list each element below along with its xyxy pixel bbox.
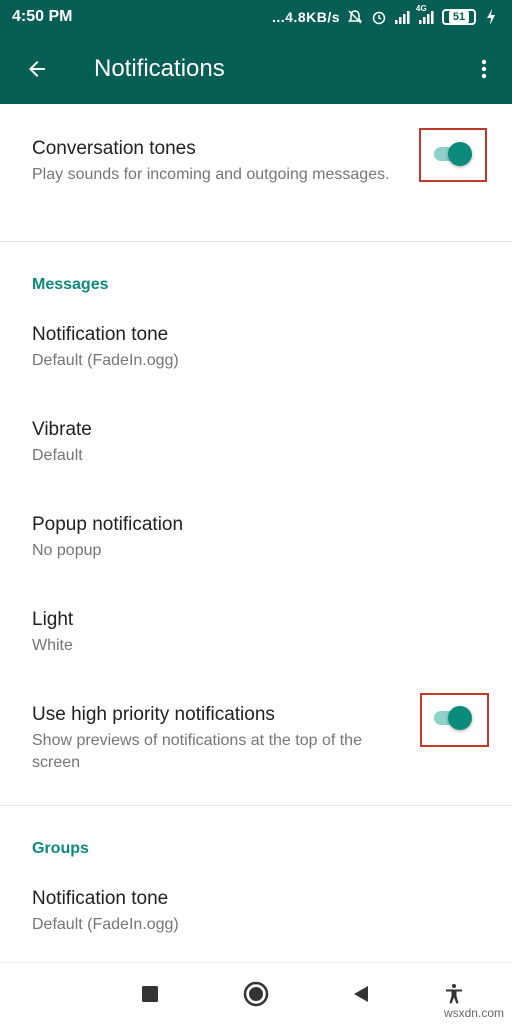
conversation-tones-subtitle: Play sounds for incoming and outgoing me… bbox=[32, 166, 390, 183]
home-circle-icon bbox=[243, 981, 269, 1007]
row-title: Light bbox=[32, 609, 74, 630]
status-bar: 4:50 PM ...4.8KB/s 4G 51 bbox=[0, 0, 512, 34]
net-speed: ...4.8KB/s bbox=[271, 9, 340, 25]
signal-icon bbox=[394, 8, 412, 26]
back-nav-button[interactable] bbox=[348, 981, 374, 1007]
alarm-icon bbox=[370, 8, 388, 26]
row-title: Notification tone bbox=[32, 888, 169, 909]
row-value: White bbox=[32, 637, 73, 654]
recents-button[interactable] bbox=[137, 981, 163, 1007]
high-priority-subtitle: Show previews of notifications at the to… bbox=[32, 732, 362, 771]
app-bar: Notifications bbox=[0, 34, 512, 104]
divider bbox=[0, 241, 512, 242]
back-triangle-icon bbox=[354, 986, 368, 1002]
row-value: Default bbox=[32, 447, 83, 464]
high-priority-switch[interactable] bbox=[432, 704, 474, 730]
charging-icon bbox=[482, 8, 500, 26]
row-value: Default (FadeIn.ogg) bbox=[32, 916, 179, 933]
row-value: Default (FadeIn.ogg) bbox=[32, 352, 179, 369]
settings-list: Conversation tones Play sounds for incom… bbox=[0, 104, 512, 962]
switch-thumb bbox=[448, 142, 472, 166]
messages-notification-tone-row[interactable]: Notification tone Default (FadeIn.ogg) bbox=[0, 324, 512, 394]
watermark: wsxdn.com bbox=[443, 1006, 504, 1020]
groups-notification-tone-row[interactable]: Notification tone Default (FadeIn.ogg) bbox=[0, 888, 512, 958]
row-title: Notification tone bbox=[32, 324, 169, 345]
page-title: Notifications bbox=[94, 55, 225, 82]
more-vert-icon bbox=[481, 59, 487, 79]
section-header-groups: Groups bbox=[32, 840, 89, 857]
vibrate-row[interactable]: Vibrate Default bbox=[0, 419, 512, 489]
status-icons: ...4.8KB/s 4G 51 bbox=[271, 4, 500, 26]
accessibility-button[interactable] bbox=[441, 981, 467, 1007]
home-button[interactable] bbox=[243, 981, 269, 1007]
accessibility-icon bbox=[446, 984, 462, 1004]
more-options-button[interactable] bbox=[456, 34, 512, 104]
popup-notification-row[interactable]: Popup notification No popup bbox=[0, 514, 512, 584]
back-button[interactable] bbox=[0, 34, 74, 104]
signal-4g-icon: 4G bbox=[416, 4, 436, 26]
network-label: 4G bbox=[416, 4, 427, 13]
divider bbox=[0, 805, 512, 806]
arrow-back-icon bbox=[29, 61, 45, 77]
battery-icon: 51 bbox=[442, 9, 476, 25]
mute-icon bbox=[346, 8, 364, 26]
recents-square-icon bbox=[142, 986, 158, 1002]
switch-thumb bbox=[448, 706, 472, 730]
conversation-tones-switch[interactable] bbox=[432, 140, 474, 166]
row-title: Vibrate bbox=[32, 419, 92, 440]
battery-level: 51 bbox=[448, 11, 470, 23]
row-title: Popup notification bbox=[32, 514, 184, 535]
system-nav-bar: wsxdn.com bbox=[0, 962, 512, 1024]
status-time: 4:50 PM bbox=[12, 8, 73, 25]
row-value: No popup bbox=[32, 542, 102, 559]
section-header-messages: Messages bbox=[32, 276, 109, 293]
light-row[interactable]: Light White bbox=[0, 609, 512, 679]
